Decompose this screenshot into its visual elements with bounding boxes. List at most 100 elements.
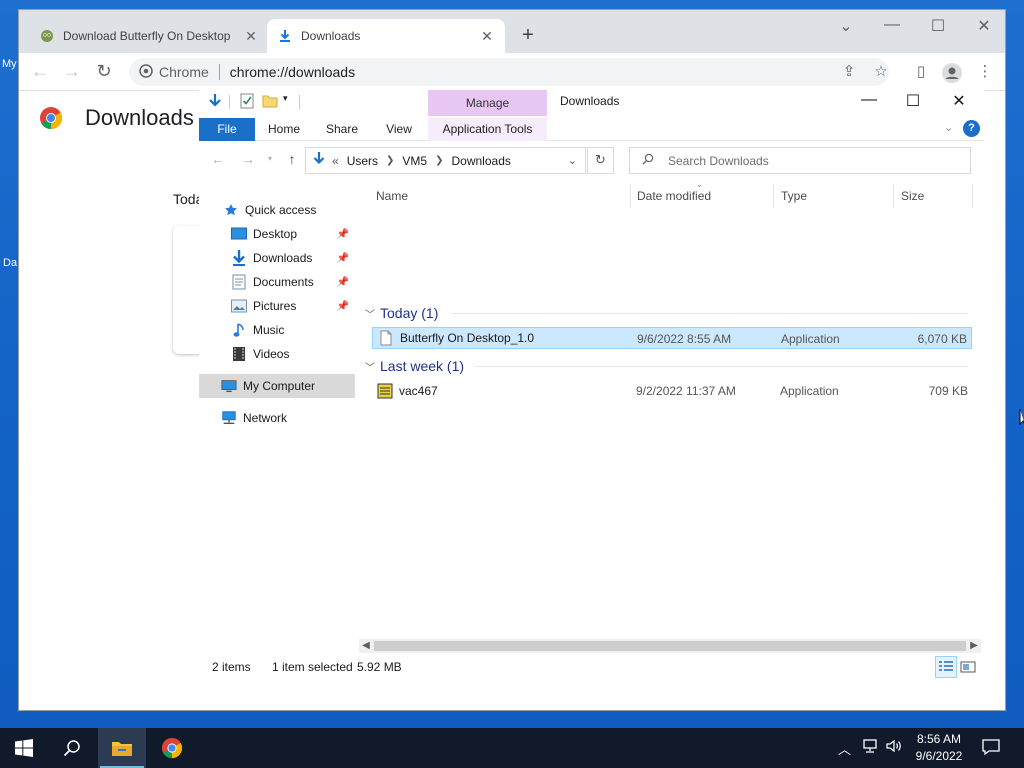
search-input[interactable]: Search Downloads [629, 147, 971, 174]
volume-icon[interactable] [886, 739, 902, 756]
network-tray-icon[interactable] [862, 739, 878, 756]
recent-locations-icon[interactable]: ▾ [261, 154, 279, 163]
nav-item-documents[interactable]: Documents 📌 [199, 270, 355, 294]
column-date-modified[interactable]: Date modified [637, 189, 711, 203]
address-bar[interactable]: Chrome chrome://downloads [129, 58, 889, 86]
column-name[interactable]: Name [376, 189, 408, 203]
notifications-icon[interactable] [982, 739, 1000, 758]
horizontal-scrollbar[interactable]: ◀ ▶ [359, 639, 981, 653]
tab-close-icon[interactable]: ✕ [243, 28, 259, 45]
downloads-folder-icon [231, 250, 247, 266]
details-view-icon[interactable] [935, 656, 957, 678]
quick-access-download-icon[interactable] [207, 93, 223, 112]
new-folder-icon[interactable] [262, 93, 278, 112]
maximize-button[interactable]: ☐ [915, 16, 961, 36]
scroll-right-icon[interactable]: ▶ [967, 639, 981, 653]
star-icon [223, 202, 239, 218]
pin-icon[interactable]: 📌 [337, 229, 349, 240]
bookmark-star-icon[interactable]: ☆ [871, 63, 891, 83]
tab-application-tools[interactable]: Application Tools [428, 118, 547, 141]
start-button[interactable] [0, 728, 48, 768]
minimize-button[interactable]: — [869, 16, 915, 34]
maximize-button[interactable]: ☐ [891, 91, 935, 111]
nav-item-videos[interactable]: Videos [199, 342, 355, 366]
file-date: 9/6/2022 8:55 AM [637, 332, 732, 346]
selection-size: 5.92 MB [357, 660, 402, 674]
taskbar-file-explorer[interactable] [98, 728, 146, 768]
breadcrumb[interactable]: « Users ❯ VM5 ❯ Downloads ⌄ [305, 147, 586, 174]
download-favicon-icon [277, 28, 293, 44]
show-hidden-icons-icon[interactable]: ︿ [838, 739, 851, 758]
taskbar-chrome[interactable] [148, 728, 196, 768]
nav-item-my-computer[interactable]: My Computer [199, 374, 355, 398]
scrollbar-thumb[interactable] [374, 641, 966, 651]
nav-item-quick-access[interactable]: Quick access [199, 198, 355, 222]
nav-item-music[interactable]: Music [199, 318, 355, 342]
back-button[interactable]: ← [29, 61, 51, 83]
desktop-icon-label[interactable]: Da [3, 257, 17, 269]
butterfly-favicon-icon [39, 28, 55, 44]
breadcrumb-vm5[interactable]: VM5 [402, 154, 427, 168]
nav-item-network[interactable]: Network [199, 406, 355, 430]
clock[interactable]: 8:56 AM 9/6/2022 [908, 731, 970, 765]
breadcrumb-users[interactable]: Users [347, 154, 378, 168]
file-row[interactable]: Butterfly On Desktop_1.0 9/6/2022 8:55 A… [372, 327, 972, 349]
collapse-chevron-icon[interactable]: ﹀ [362, 306, 378, 321]
reload-button[interactable]: ↻ [93, 61, 115, 83]
side-panel-icon[interactable]: ▯ [911, 63, 931, 83]
nav-item-downloads[interactable]: Downloads 📌 [199, 246, 355, 270]
close-window-button[interactable]: ✕ [961, 16, 1007, 36]
forward-button[interactable]: → [61, 61, 83, 83]
nav-item-pictures[interactable]: Pictures 📌 [199, 294, 355, 318]
column-divider[interactable] [630, 184, 631, 208]
breadcrumb-separator-icon[interactable]: ❯ [435, 155, 443, 166]
pin-icon[interactable]: 📌 [337, 277, 349, 288]
tab-file[interactable]: File [199, 118, 255, 141]
title-bar: ▾ Manage Downloads — ☐ ✕ [199, 86, 984, 118]
close-window-button[interactable]: ✕ [937, 91, 981, 111]
breadcrumb-separator-icon[interactable]: ❯ [386, 155, 394, 166]
breadcrumb-downloads[interactable]: Downloads [452, 154, 511, 168]
column-divider[interactable] [972, 184, 973, 208]
pin-icon[interactable]: 📌 [337, 301, 349, 312]
share-icon[interactable]: ⇪ [839, 63, 859, 83]
scroll-left-icon[interactable]: ◀ [359, 639, 373, 653]
nav-item-desktop[interactable]: Desktop 📌 [199, 222, 355, 246]
tab-home[interactable]: Home [263, 118, 305, 141]
column-divider[interactable] [893, 184, 894, 208]
column-size[interactable]: Size [901, 189, 924, 203]
back-button[interactable]: ← [209, 151, 227, 167]
up-button[interactable]: ↑ [283, 151, 301, 167]
tab-downloads[interactable]: Downloads ✕ [267, 19, 505, 53]
file-row[interactable]: vac467 9/2/2022 11:37 AM Application 709… [372, 380, 972, 402]
large-icons-view-icon[interactable] [957, 656, 979, 678]
address-dropdown-icon[interactable]: ⌄ [568, 154, 577, 167]
group-header-today[interactable]: ﹀ Today (1) [362, 302, 972, 324]
menu-kebab-icon[interactable]: ⋮ [975, 63, 995, 83]
column-divider[interactable] [773, 184, 774, 208]
properties-icon[interactable] [240, 93, 254, 112]
collapse-chevron-icon[interactable]: ﹀ [362, 359, 378, 374]
toolbar-divider [229, 95, 230, 109]
breadcrumb-overflow[interactable]: « [332, 154, 339, 168]
minimize-button[interactable]: — [847, 91, 891, 109]
tab-search-icon[interactable]: ⌄ [823, 16, 869, 36]
forward-button[interactable]: → [239, 151, 257, 167]
pin-icon[interactable]: 📌 [337, 253, 349, 264]
desktop-icon-label[interactable]: My [2, 58, 17, 70]
tab-view[interactable]: View [379, 118, 419, 141]
tab-share[interactable]: Share [321, 118, 363, 141]
search-button[interactable] [48, 728, 96, 768]
group-divider [474, 366, 968, 367]
customize-toolbar-icon[interactable]: ▾ [283, 93, 288, 104]
expand-ribbon-icon[interactable]: ⌄ [944, 121, 953, 134]
tab-close-icon[interactable]: ✕ [479, 28, 495, 45]
refresh-button[interactable]: ↻ [587, 147, 614, 174]
help-icon[interactable]: ? [963, 120, 980, 137]
profile-avatar-icon[interactable] [942, 63, 962, 83]
manage-context-tab[interactable]: Manage [428, 90, 547, 116]
group-header-last-week[interactable]: ﹀ Last week (1) [362, 355, 972, 377]
tab-butterfly[interactable]: Download Butterfly On Desktop ✕ [29, 19, 269, 53]
column-type[interactable]: Type [781, 189, 807, 203]
new-tab-button[interactable]: + [517, 25, 539, 47]
